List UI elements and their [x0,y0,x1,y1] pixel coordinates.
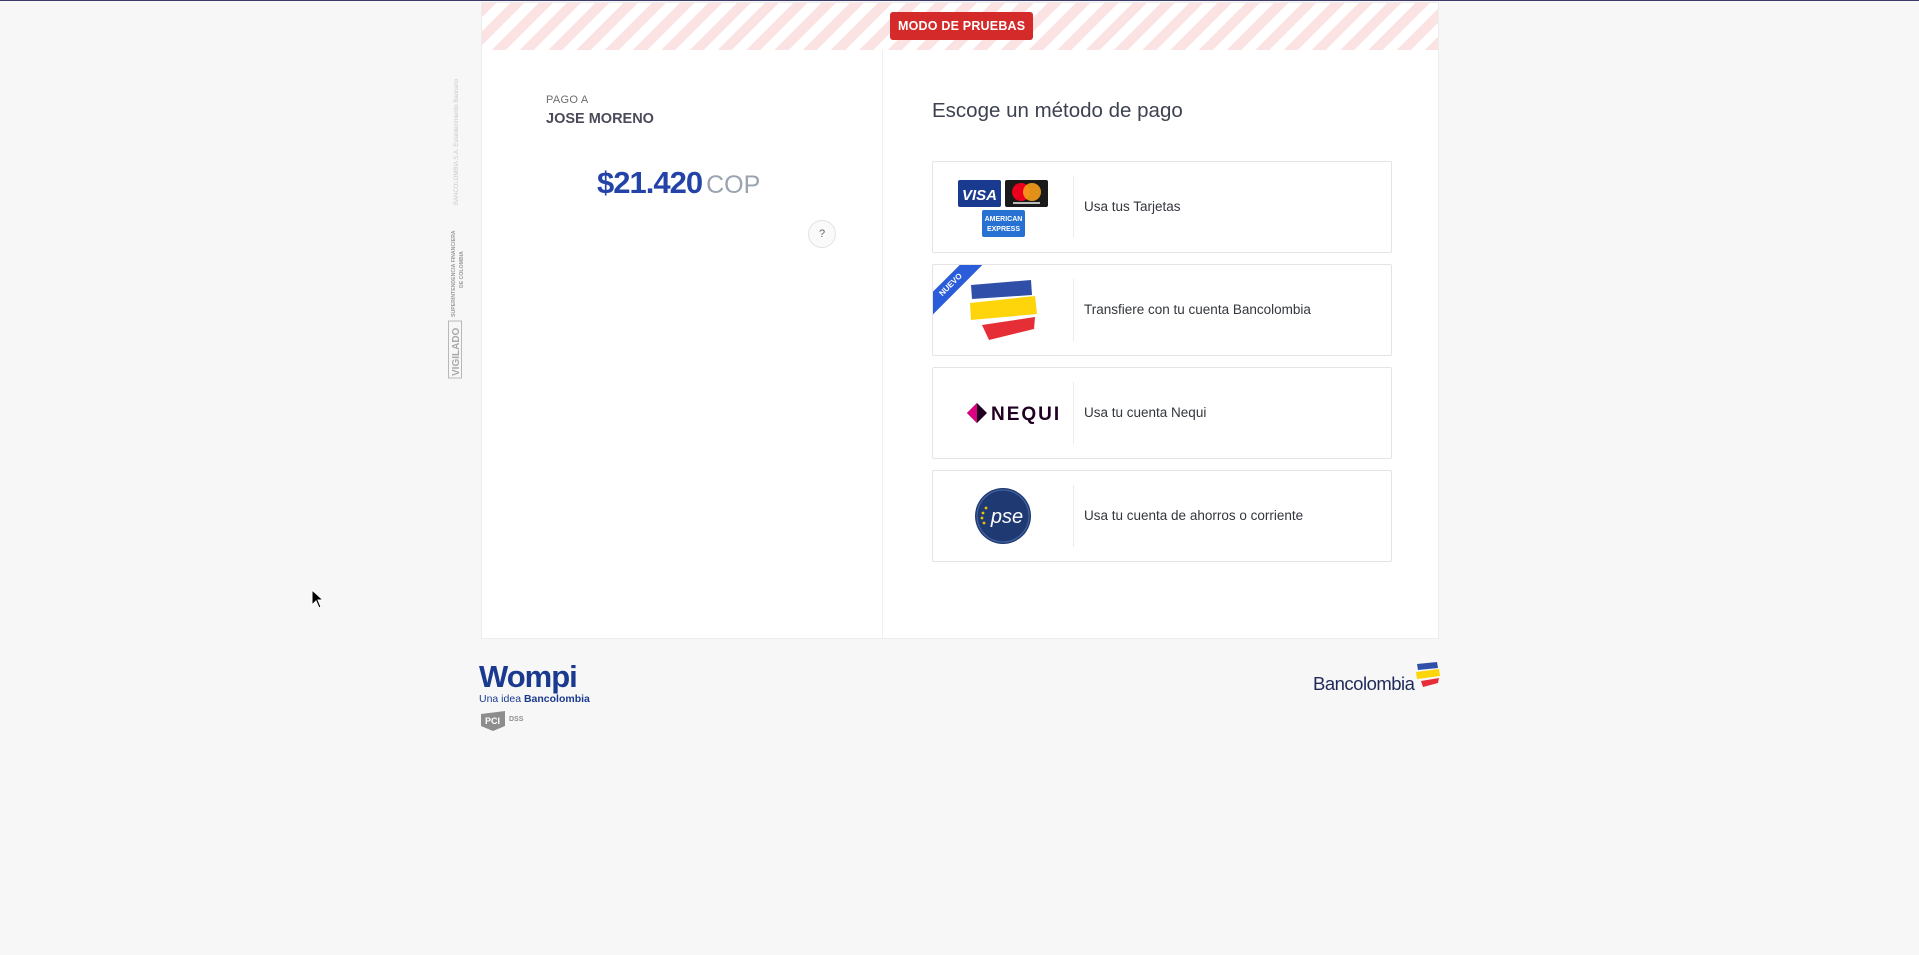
nequi-logo: NEQUI [933,368,1073,458]
pci-right: DSS [509,716,524,723]
svg-text:EXPRESS: EXPRESS [987,226,1020,233]
panel-divider [882,50,883,638]
wompi-tagline-brand: Bancolombia [524,693,590,705]
method-cards[interactable]: VISA AMERICAN EXPRESS Usa tus Tarjetas [932,161,1392,253]
method-separator [1073,176,1074,238]
bancolombia-logo [933,265,1073,355]
svg-text:VISA: VISA [962,187,997,204]
vigilado-bank-text: BANCOLOMBIA S.A. Establecimiento Bancari… [454,78,460,205]
vigilado-entity-text: SUPERINTENDENCIA FINANCIERA [451,230,457,317]
svg-text:pse: pse [990,506,1023,528]
pci-left: PCI [485,716,500,726]
method-nequi[interactable]: NEQUI Usa tu cuenta Nequi [932,367,1392,459]
visa-icon: VISA [958,180,1001,207]
amex-icon: AMERICAN EXPRESS [982,210,1025,237]
method-pse[interactable]: pse Usa tu cuenta de ahorros o corriente [932,470,1392,562]
cards-logo: VISA AMERICAN EXPRESS [933,162,1073,252]
method-separator [1073,382,1074,444]
method-bancolombia[interactable]: NUEVO Transfiere con tu cuenta Bancolomb… [932,264,1392,356]
nequi-icon: NEQUI [967,403,1061,425]
svg-text:NEQUI: NEQUI [991,404,1061,425]
bancolombia-icon [970,280,1037,340]
wompi-tagline-prefix: Una idea [479,693,521,705]
svg-text:AMERICAN: AMERICAN [985,216,1023,223]
bancolombia-footer-text: Bancolombia [1313,673,1416,694]
checkout-card: MODO DE PRUEBAS PAGO A JOSE MORENO $21.4… [481,2,1439,639]
wompi-logo: Wompi Una idea Bancolombia PCI DSS [479,660,590,731]
wompi-name: Wompi [479,660,577,694]
vigilado-country-text: DE COLOMBIA [459,251,465,288]
payee-label: PAGO A [546,94,589,106]
method-separator [1073,485,1074,547]
method-label: Usa tu cuenta Nequi [1084,405,1207,420]
amount-currency: COP [706,171,761,199]
bancolombia-footer-icon [1416,662,1440,687]
pse-logo: pse [933,471,1073,561]
vigilado-seal: BANCOLOMBIA S.A. Establecimiento Bancari… [448,78,465,379]
amount-value: $21.420 [597,165,703,200]
methods-title: Escoge un método de pago [932,99,1183,122]
method-label: Transfiere con tu cuenta Bancolombia [1084,302,1311,317]
pse-icon: pse [975,488,1031,544]
payee-name: JOSE MORENO [546,111,654,127]
top-border [0,0,1919,1]
method-separator [1073,279,1074,341]
method-label: Usa tu cuenta de ahorros o corriente [1084,508,1304,523]
amount-display: $21.420 COP [597,165,760,201]
vigilado-word: VIGILADO [451,327,462,376]
pci-dss-icon: PCI DSS [481,711,524,731]
mastercard-icon [1005,180,1048,207]
svg-text:Una idea Bancolombia: Una idea Bancolombia [479,693,590,705]
help-button[interactable]: ? [808,220,836,248]
method-label: Usa tus Tarjetas [1084,199,1181,214]
bancolombia-footer-logo: Bancolombia [1313,662,1440,694]
mouse-cursor-icon [311,589,325,609]
test-mode-badge: MODO DE PRUEBAS [890,12,1034,40]
test-mode-banner: MODO DE PRUEBAS [482,3,1438,50]
